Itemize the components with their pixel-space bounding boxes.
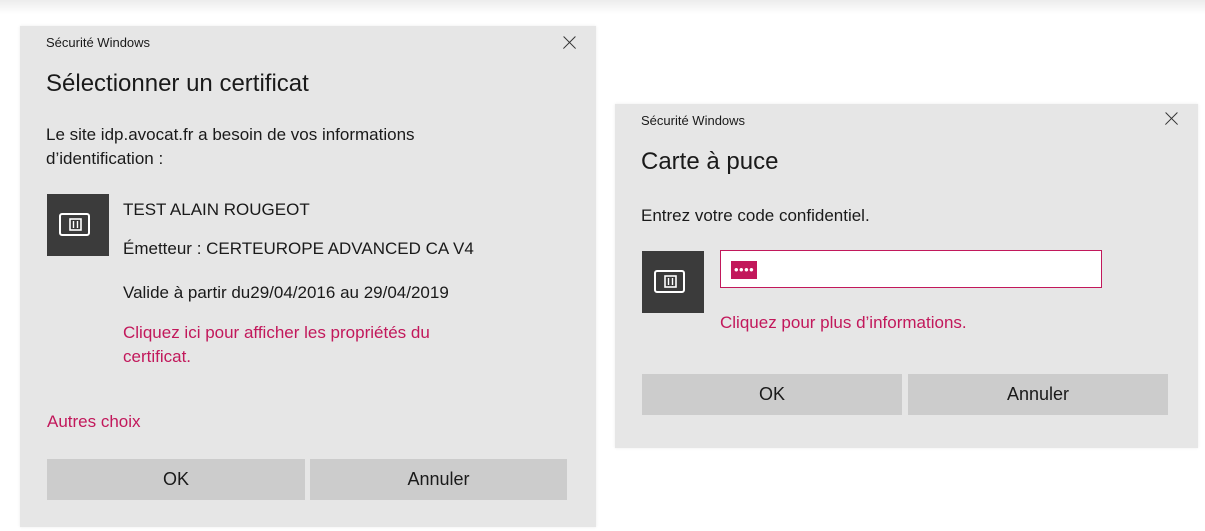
dialog-title: Carte à puce — [641, 148, 779, 175]
certificate-dialog: Sécurité Windows Sélectionner un certifi… — [20, 26, 596, 527]
window-top-shade — [0, 0, 1205, 14]
pin-prompt: Entrez votre code confidentiel. — [641, 206, 870, 225]
close-icon[interactable] — [560, 34, 578, 52]
close-icon[interactable] — [1162, 110, 1180, 128]
dialog-caption: Sécurité Windows — [46, 35, 151, 50]
site-request-line-1: Le site idp.avocat.fr a besoin de vos in… — [46, 125, 415, 144]
more-info-link[interactable]: Cliquez pour plus d’informations. — [720, 311, 967, 335]
cancel-button[interactable]: Annuler — [310, 459, 567, 500]
smart-card-icon — [47, 194, 109, 256]
ok-button[interactable]: OK — [642, 374, 902, 415]
certificate-issuer: Émetteur : CERTEUROPE ADVANCED CA V4 — [123, 239, 474, 258]
more-choices-link[interactable]: Autres choix — [47, 410, 141, 434]
cancel-button[interactable]: Annuler — [908, 374, 1168, 415]
certificate-name: TEST ALAIN ROUGEOT — [123, 200, 310, 219]
pin-masked-value: •••• — [731, 261, 758, 279]
site-request-line-2: d’identification : — [46, 149, 164, 168]
dialog-title: Sélectionner un certificat — [46, 70, 309, 97]
pin-input[interactable]: •••• — [720, 250, 1102, 288]
certificate-properties-link[interactable]: Cliquez ici pour afficher les propriétés… — [123, 321, 430, 369]
certificate-validity: Valide à partir du29/04/2016 au 29/04/20… — [123, 283, 449, 302]
smart-card-icon — [642, 251, 704, 313]
certificate-properties-link-line-1[interactable]: Cliquez ici pour afficher les propriétés… — [123, 321, 430, 345]
certificate-properties-link-line-2[interactable]: certificat. — [123, 345, 430, 369]
ok-button[interactable]: OK — [47, 459, 305, 500]
smart-card-dialog: Sécurité Windows Carte à puce Entrez vot… — [615, 104, 1198, 448]
dialog-caption: Sécurité Windows — [641, 113, 746, 128]
site-request-text: Le site idp.avocat.fr a besoin de vos in… — [46, 123, 415, 171]
